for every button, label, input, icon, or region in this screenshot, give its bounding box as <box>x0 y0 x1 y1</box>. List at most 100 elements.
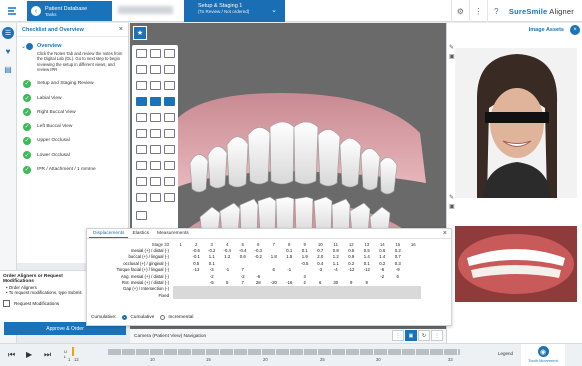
tooth-tools-icon[interactable]: ♥ <box>2 45 14 57</box>
camera-rotate-icon[interactable]: ▣ <box>405 330 417 341</box>
tool-icon[interactable] <box>150 145 161 154</box>
tool-icon-selected[interactable] <box>164 97 175 106</box>
tool-icon[interactable] <box>164 81 175 90</box>
request-modifications-checkbox[interactable]: Request Modifications <box>0 296 92 311</box>
table-cell <box>374 292 390 299</box>
tool-icon[interactable] <box>136 65 147 74</box>
checklist-item-label: Upper Occlusal <box>37 138 70 144</box>
table-cell <box>328 292 344 299</box>
timeline-tick: 33 <box>448 357 453 362</box>
image-assets-title: Image Assets <box>528 27 564 33</box>
tool-icon[interactable] <box>150 81 161 90</box>
radio-cumulative-label: Cumulative <box>130 315 155 320</box>
tool-icon[interactable] <box>164 49 175 58</box>
tool-icon[interactable] <box>150 193 161 202</box>
tool-icon[interactable] <box>164 129 175 138</box>
brand-prefix: SureSmile <box>508 6 548 16</box>
checklist-item[interactable]: ✓ Lower Occlusal <box>17 148 128 162</box>
setup-staging-tab[interactable]: Setup & Staging 1 (To Review / Not order… <box>184 0 285 22</box>
checklist-item[interactable]: ✓ IPR / Attachment / 1 mmIne <box>17 162 128 176</box>
tool-icon-selected[interactable] <box>136 97 147 106</box>
tool-icon[interactable] <box>136 113 147 122</box>
tool-icon[interactable] <box>150 65 161 74</box>
movement-table-panel: Displacements Elastics Measurements × St… <box>86 228 452 326</box>
image-icon[interactable]: ▣ <box>449 203 457 211</box>
jaw-labels: U L <box>64 349 67 359</box>
camera-reset-icon[interactable]: ↻ <box>418 330 430 341</box>
tool-icon[interactable] <box>136 49 147 58</box>
stage-current: 12 <box>74 357 79 362</box>
tool-icon[interactable] <box>136 145 147 154</box>
tool-icon[interactable] <box>136 211 147 220</box>
checklist-item[interactable]: ✓ Right Buccal View <box>17 105 128 119</box>
timeline-track[interactable] <box>108 349 460 355</box>
table-cell <box>359 292 375 299</box>
tab-elastics[interactable]: Elastics <box>128 229 153 238</box>
overview-title: Overview <box>37 43 62 49</box>
checkbox-box <box>3 299 10 307</box>
checkmark-icon: ✓ <box>23 136 31 145</box>
camera-menu-icon[interactable]: ⋮ <box>431 330 443 341</box>
close-icon[interactable]: × <box>570 25 580 35</box>
tool-icon[interactable] <box>164 161 175 170</box>
tooth-movement-button[interactable]: ◉ Tooth Movement <box>521 344 565 366</box>
top-right-controls: ⚙ ⋮ ? SureSmile Aligner <box>450 0 582 22</box>
more-menu-icon[interactable]: ⋮ <box>468 0 487 22</box>
patient-face-photo[interactable] <box>455 48 577 198</box>
play-icon[interactable]: ▶ <box>26 350 32 359</box>
close-icon[interactable]: × <box>443 230 447 237</box>
view-tools-button[interactable]: ★ <box>133 26 147 40</box>
tool-icon[interactable] <box>136 129 147 138</box>
tool-icon[interactable] <box>164 113 175 122</box>
overview-item[interactable]: ⌄ Overview Click the Notes Tab and revie… <box>17 37 128 77</box>
settings-gear-icon[interactable]: ⚙ <box>450 0 469 22</box>
patient-database-button[interactable]: ‹ Patient Database Tasks <box>27 1 112 21</box>
cumulative-toggle: Cumulative: Cumulative Incremental <box>91 315 193 320</box>
timeline-tick: 10 <box>150 357 155 362</box>
tool-icon[interactable] <box>150 113 161 122</box>
brand-suffix: Aligner <box>549 6 574 16</box>
table-cell <box>281 292 297 299</box>
intraoral-photo[interactable] <box>455 226 577 302</box>
checklist-item[interactable]: ✓ Labial View <box>17 91 128 105</box>
notes-icon[interactable]: ▤ <box>2 63 14 75</box>
table-cell <box>266 292 282 299</box>
timeline-tick: 30 <box>376 357 381 362</box>
tool-icon[interactable] <box>150 177 161 186</box>
checklist-panel: Checklist and Overview × ⌄ Overview Clic… <box>17 23 129 263</box>
radio-incremental[interactable] <box>160 315 166 320</box>
app-logo-icon <box>8 7 16 15</box>
checklist-section[interactable]: ✓ Setup and Staging Review <box>17 77 128 91</box>
tab-measurements[interactable]: Measurements <box>153 229 193 238</box>
close-icon[interactable]: × <box>119 26 123 33</box>
help-icon[interactable]: ? <box>486 0 505 22</box>
camera-view-icon[interactable]: ⋮ <box>392 330 404 341</box>
timeline-cursor[interactable] <box>72 347 74 356</box>
tool-icon[interactable] <box>164 193 175 202</box>
skip-back-icon[interactable]: ⏮ <box>8 350 15 360</box>
tool-icon[interactable] <box>164 65 175 74</box>
legend-button[interactable]: Legend <box>498 351 513 356</box>
checklist-item[interactable]: ✓ Upper Occlusal <box>17 134 128 148</box>
checklist-toggle-icon[interactable]: ☰ <box>2 27 14 39</box>
tool-icon[interactable] <box>164 145 175 154</box>
tool-icon[interactable] <box>164 177 175 186</box>
tool-icon[interactable] <box>150 49 161 58</box>
checklist-item-label: Labial View <box>37 95 62 101</box>
top-bar: ‹ Patient Database Tasks Setup & Staging… <box>0 0 582 22</box>
tool-icon[interactable] <box>136 81 147 90</box>
radio-cumulative[interactable] <box>122 315 128 320</box>
camera-navigation-bar: Camera (Patient View) Navigation ⋮ ▣ ↻ ⋮ <box>130 329 446 343</box>
skip-forward-icon[interactable]: ⏭ <box>44 350 51 360</box>
tool-icon[interactable] <box>136 161 147 170</box>
checkmark-icon: ✓ <box>23 79 31 88</box>
tool-icon[interactable] <box>150 129 161 138</box>
tool-icon[interactable] <box>136 193 147 202</box>
tool-icon[interactable] <box>136 177 147 186</box>
checklist-item[interactable]: ✓ Left Buccal View <box>17 120 128 134</box>
tool-icon[interactable] <box>150 161 161 170</box>
tab-displacements[interactable]: Displacements <box>89 229 129 238</box>
tool-icon-selected[interactable] <box>150 97 161 106</box>
timeline-tick: 15 <box>206 357 211 362</box>
table-cell <box>390 292 406 299</box>
